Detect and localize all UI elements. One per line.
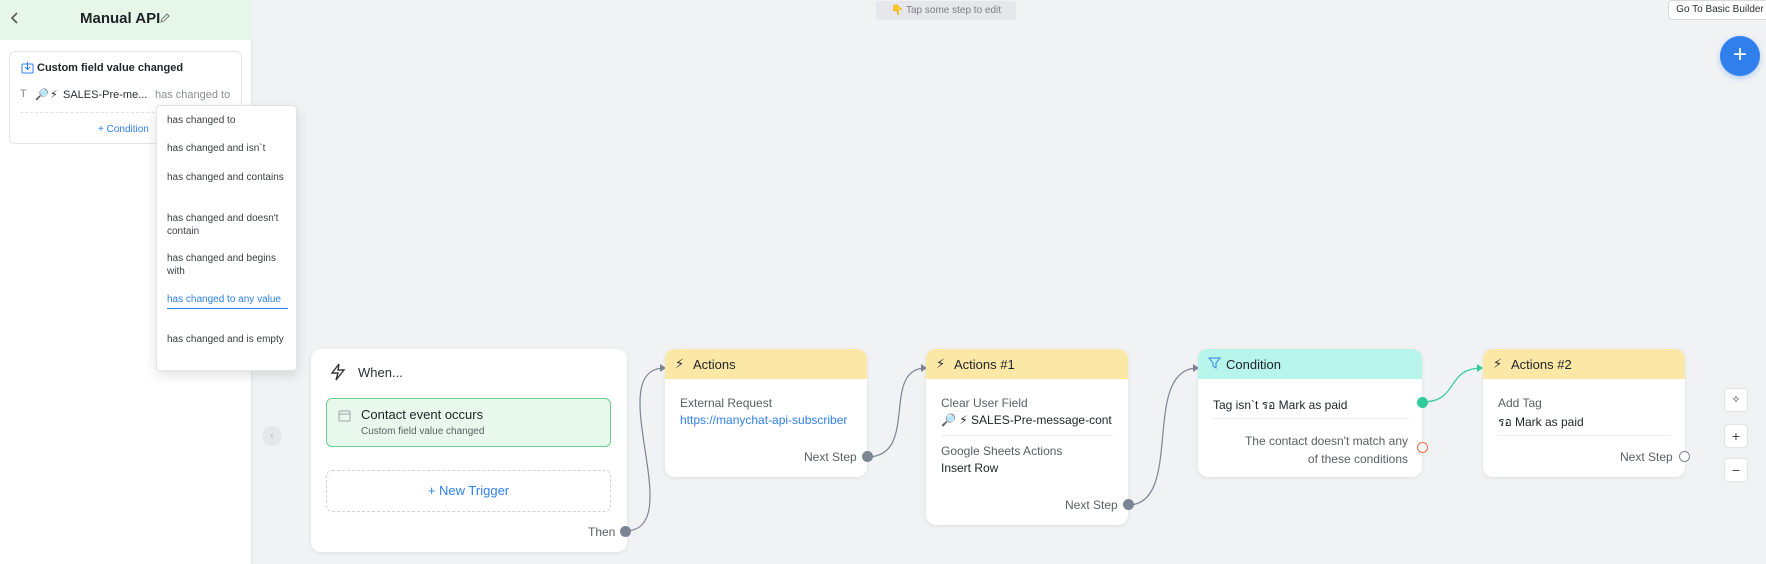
action-label: Add Tag	[1498, 396, 1542, 410]
card-title: Actions #1	[954, 357, 1015, 372]
divider	[941, 435, 1113, 436]
condition-card[interactable]: Condition Tag isn`t รอ Mark as paid The …	[1198, 349, 1422, 477]
lightning-icon	[328, 362, 348, 385]
condition-true-port[interactable]	[1417, 397, 1428, 408]
filter-icon	[1207, 356, 1222, 372]
card-title: Actions #2	[1511, 357, 1572, 372]
next-step-label: Next Step	[1065, 498, 1118, 512]
action-value: https://manychat-api-subscriber	[680, 413, 848, 427]
next-step-label: Next Step	[804, 450, 857, 464]
lightning-icon: ⚡	[936, 356, 946, 371]
connection-wires	[624, 364, 1483, 532]
condition-rule: Tag isn`t รอ Mark as paid	[1213, 398, 1348, 412]
next-step-port[interactable]	[1679, 451, 1690, 462]
next-step-port[interactable]	[1123, 499, 1134, 510]
action-value: 🔎 ⚡ SALES-Pre-message-cont	[941, 413, 1112, 427]
actions-card[interactable]: ⚡ Actions External Request https://manyc…	[665, 349, 867, 477]
event-title: Contact event occurs	[361, 407, 484, 422]
new-trigger-button[interactable]: + New Trigger	[326, 470, 611, 512]
action-label: Clear User Field	[941, 396, 1028, 410]
then-port[interactable]	[620, 526, 631, 537]
trigger-event-box[interactable]	[326, 398, 611, 447]
divider	[1498, 435, 1670, 436]
actions1-card[interactable]: ⚡ Actions #1 Clear User Field 🔎 ⚡ SALES-…	[926, 349, 1128, 525]
next-step-port[interactable]	[862, 451, 873, 462]
then-label: Then	[588, 525, 616, 539]
action-label: Google Sheets Actions	[941, 444, 1063, 458]
card-title: Condition	[1226, 357, 1281, 372]
action-value: รอ Mark as paid	[1498, 415, 1584, 429]
condition-false-port[interactable]	[1417, 442, 1428, 453]
next-step-label: Next Step	[1620, 450, 1673, 464]
else-label: The contact doesn't match any of these c…	[1244, 434, 1408, 466]
event-subtitle: Custom field value changed	[361, 426, 485, 437]
actions2-card[interactable]: ⚡ Actions #2 Add Tag รอ Mark as paid Nex…	[1483, 349, 1685, 477]
divider	[1213, 418, 1409, 419]
action-label: External Request	[680, 396, 773, 410]
action-value: Insert Row	[941, 461, 999, 475]
card-title: Actions	[693, 357, 736, 372]
lightning-icon: ⚡	[675, 356, 685, 371]
when-title: When...	[358, 365, 403, 380]
lightning-icon: ⚡	[1493, 356, 1503, 371]
calendar-icon	[338, 409, 351, 425]
